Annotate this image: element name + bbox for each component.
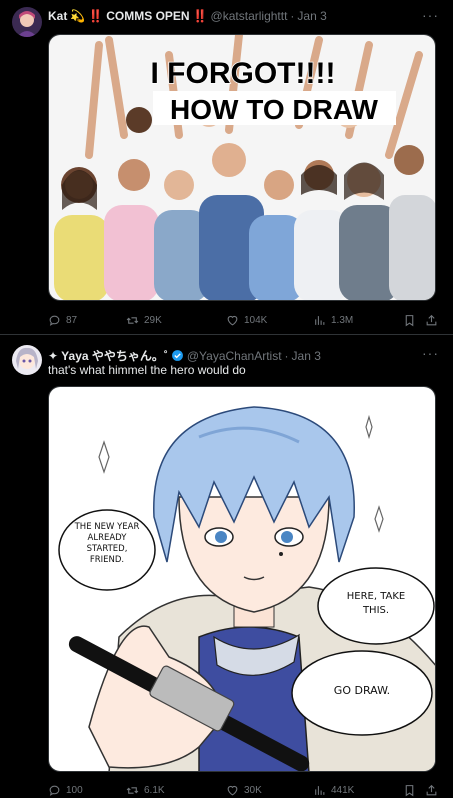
retweet-count: 6.1K: [144, 784, 165, 796]
views-button[interactable]: 1.3M: [313, 314, 353, 327]
retweet-icon: [126, 786, 139, 794]
action-bar: 87 29K 104K 1.3M: [48, 312, 438, 328]
tweet-image[interactable]: I FORGOT!!!! HOW TO DRAW: [48, 34, 436, 301]
share-icon: [426, 314, 437, 325]
meme-text-line1: I FORGOT!!!!: [151, 57, 336, 90]
verified-badge-icon: [171, 350, 183, 361]
views-icon: [315, 785, 325, 795]
meme-text-line2: HOW TO DRAW: [170, 94, 378, 125]
speech-bubble-left: THE NEW YEAR ALREADY STARTED, FRIEND.: [74, 522, 140, 565]
handle[interactable]: @katstarlighttt: [211, 9, 288, 23]
bookmark-icon: [405, 314, 414, 326]
display-name[interactable]: Kat: [48, 9, 67, 23]
comms-open-label: COMMS OPEN: [106, 9, 190, 23]
badge-prefix: ‼️: [88, 9, 104, 23]
speech-bubble-right: HERE, TAKE THIS.: [346, 591, 406, 616]
more-icon[interactable]: ···: [422, 345, 439, 361]
retweet-icon: [126, 316, 139, 324]
anime-illustration: THE NEW YEAR ALREADY STARTED, FRIEND. HE…: [49, 387, 435, 771]
badge-suffix: ‼️: [192, 9, 208, 23]
views-button[interactable]: 441K: [313, 784, 354, 797]
tweet-2[interactable]: ✦ Yaya ややちゃん。˚ @YayaChanArtist · Jan 3 ·…: [0, 336, 453, 798]
speech-bubble-bottom: GO DRAW.: [333, 684, 391, 697]
retweet-count: 29K: [144, 314, 162, 326]
reply-icon: [49, 785, 60, 796]
tweet-1[interactable]: Kat 💫 ‼️ COMMS OPEN ‼️ @katstarlighttt ·…: [0, 0, 453, 335]
handle[interactable]: @YayaChanArtist: [187, 349, 282, 363]
tweet-text: that's what himmel the hero would do: [48, 363, 246, 377]
bookmark-icon: [405, 784, 414, 796]
heart-icon: [227, 315, 238, 325]
avatar[interactable]: [12, 7, 42, 37]
bookmark-button[interactable]: [403, 784, 416, 797]
tweet-image[interactable]: THE NEW YEAR ALREADY STARTED, FRIEND. HE…: [48, 386, 436, 772]
retweet-button[interactable]: 6.1K: [126, 784, 165, 797]
view-count: 1.3M: [331, 314, 354, 326]
views-icon: [315, 315, 325, 325]
like-count: 104K: [244, 314, 268, 326]
reply-icon: [49, 315, 60, 326]
timestamp[interactable]: Jan 3: [292, 349, 321, 363]
heart-icon: [227, 785, 238, 795]
like-button[interactable]: 104K: [226, 314, 267, 327]
reply-count: 87: [66, 314, 78, 326]
name-emoji: 💫: [70, 9, 86, 23]
reply-button[interactable]: 100: [48, 784, 83, 797]
avatar[interactable]: [12, 345, 42, 375]
timestamp[interactable]: Jan 3: [297, 9, 326, 23]
crowd-photo: I FORGOT!!!! HOW TO DRAW: [49, 35, 435, 300]
reply-button[interactable]: 87: [48, 314, 77, 327]
more-icon[interactable]: ···: [422, 7, 439, 23]
action-bar: 100 6.1K 30K 441K: [48, 782, 438, 798]
bookmark-button[interactable]: [403, 314, 416, 327]
reply-count: 100: [66, 784, 83, 796]
share-button[interactable]: [425, 314, 438, 327]
view-count: 441K: [331, 784, 355, 796]
display-name[interactable]: ✦ Yaya ややちゃん。˚: [48, 347, 168, 364]
retweet-button[interactable]: 29K: [126, 314, 162, 327]
like-button[interactable]: 30K: [226, 784, 262, 797]
share-button[interactable]: [425, 784, 438, 797]
like-count: 30K: [244, 784, 262, 796]
share-icon: [426, 784, 437, 795]
